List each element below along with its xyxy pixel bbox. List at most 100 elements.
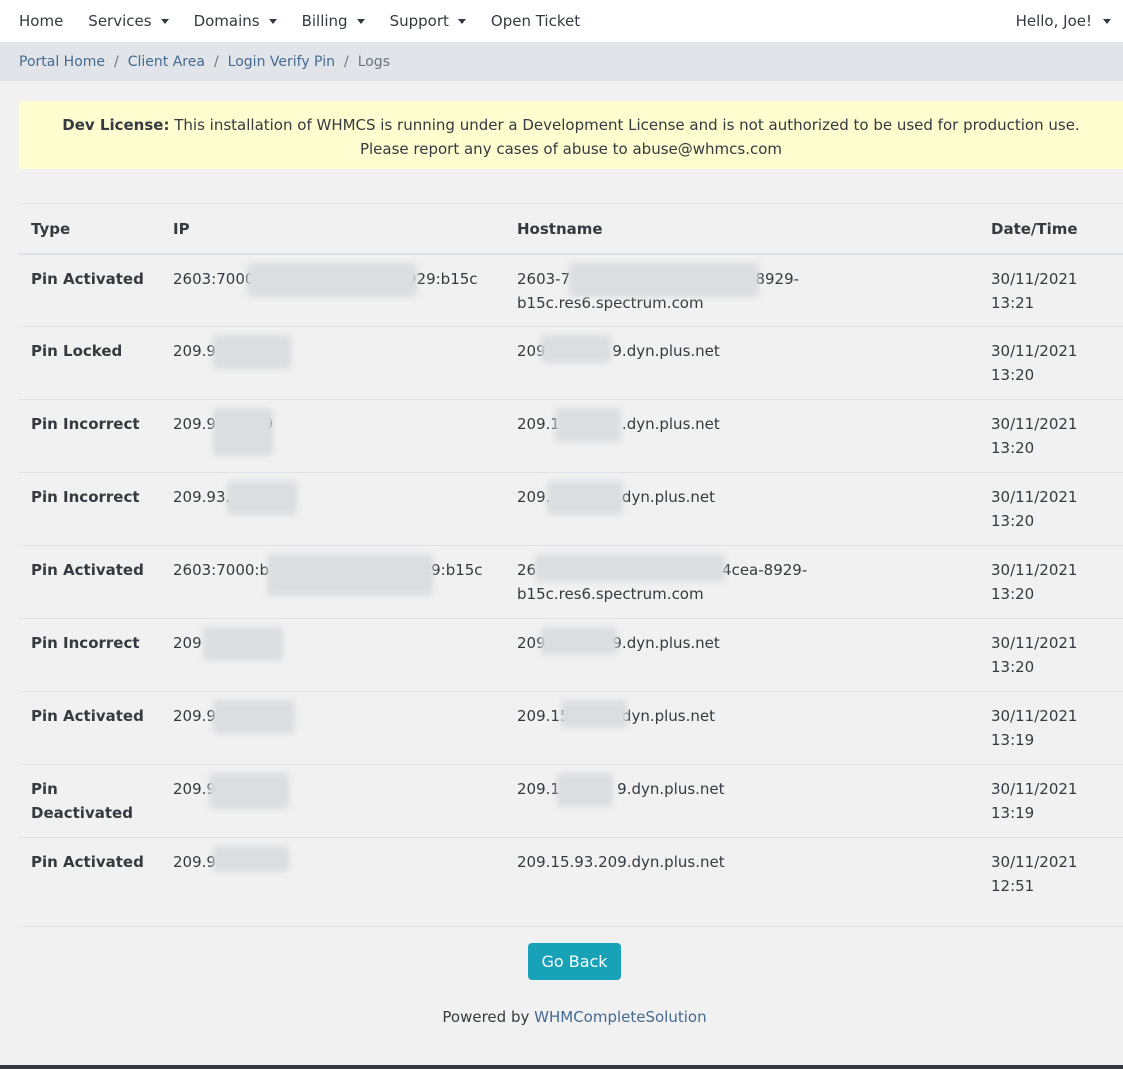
nav-services[interactable]: Services [88,12,169,30]
nav-open-ticket[interactable]: Open Ticket [491,12,580,30]
redaction-blur [569,262,759,297]
cell-date: 30/11/2021 [991,342,1078,360]
cell-datetime: 30/11/2021 13:20 [979,399,1123,473]
redaction-blur [213,335,291,369]
table-body: Pin Activated2603:7000 8929:b15c2603-7 4… [19,253,1123,927]
cell-type: Pin Activated [19,253,161,327]
table-row: Pin Incorrect 209.93. 209. .dyn.plus.net 30… [19,472,1123,546]
cell-date: 30/11/2021 [991,561,1078,579]
nav-domains[interactable]: Domains [194,12,277,30]
table-row: Pin Incorrect 209 209 9.dyn.plus.net 30/11/… [19,618,1123,692]
redaction-blur [535,554,725,582]
cell-ip: 209 [161,618,505,692]
breadcrumb-login-verify-pin[interactable]: Login Verify Pin [228,54,335,70]
user-greeting: Hello, Joe! [1015,12,1092,30]
cell-datetime: 30/11/2021 13:19 [979,764,1123,838]
caret-down-icon [356,19,365,24]
redaction-blur [555,408,621,442]
dev-license-banner: Dev License: This installation of WHMCS … [19,101,1123,169]
license-line-1: Dev License: This installation of WHMCS … [19,113,1123,137]
cell-date: 30/11/2021 [991,853,1078,871]
breadcrumb-portal-home[interactable]: Portal Home [19,54,105,70]
cell-time: 13:19 [991,804,1035,822]
go-back-button[interactable]: Go Back [528,943,621,980]
cell-datetime: 30/11/2021 13:21 [979,253,1123,327]
table-row: Pin Activated 209.9 209.15 dyn.plus.net 30/… [19,691,1123,765]
redaction-blur [557,773,613,807]
cell-date: 30/11/2021 [991,415,1078,433]
redaction-blur [213,700,295,734]
nav-home[interactable]: Home [19,12,63,30]
cell-type: Pin Incorrect [19,618,161,692]
breadcrumb-client-area[interactable]: Client Area [128,54,205,70]
cell-date: 30/11/2021 [991,488,1078,506]
actions: Go Back [0,943,1123,980]
nav-support-label: Support [389,12,449,30]
nav-domains-label: Domains [193,12,260,30]
header-type: Type [19,203,161,255]
cell-type: Pin Incorrect [19,399,161,473]
table-header-row: Type IP Hostname Date/Time [19,203,1123,255]
cell-datetime: 30/11/2021 13:20 [979,545,1123,619]
nav-billing[interactable]: Billing [302,12,365,30]
redaction-blur [541,627,617,655]
cell-time: 13:21 [991,293,1035,312]
bottom-bar [0,1065,1123,1069]
breadcrumb-separator: / [114,53,119,70]
cell-type: Pin Activated [19,545,161,619]
caret-down-icon [268,19,277,24]
cell-hostname: 209. .dyn.plus.net [505,472,979,546]
cell-time: 13:20 [991,585,1035,603]
table-row: Pin Deactivated 209.9 209.1 9.dyn.plus.net… [19,764,1123,838]
cell-date: 30/11/2021 [991,780,1078,798]
caret-down-icon [160,19,169,24]
cell-hostname: 209.15 dyn.plus.net [505,691,979,765]
table-row: Pin Activated2603:7000 8929:b15c2603-7 4… [19,253,1123,327]
cell-time: 13:19 [991,731,1035,749]
cell-datetime: 30/11/2021 13:20 [979,618,1123,692]
caret-down-icon [457,19,466,24]
cell-hostname: 209.15.93.209.dyn.plus.net [505,837,979,927]
footer-brand-link[interactable]: WHMCompleteSolution [534,1008,706,1026]
breadcrumb: Portal Home / Client Area / Login Verify… [0,42,1123,81]
cell-ip: 2603:7000:b7 29:b15c [161,545,505,619]
license-label: Dev License: [62,116,170,134]
cell-date: 30/11/2021 [991,634,1078,652]
redaction-blur [213,846,289,872]
nav-home-label: Home [19,12,64,30]
redaction-blur [547,481,623,515]
table-row: Pin Locked 209.9 209 9.dyn.plus.net 30/11/2… [19,326,1123,400]
cell-type: Pin Incorrect [19,472,161,546]
cell-ip: 2603:7000 8929:b15c [161,253,505,327]
cell-type: Pin Deactivated [19,764,161,838]
redaction-blur [209,773,289,809]
footer-prefix: Powered by [442,1008,530,1026]
cell-date: 30/11/2021 [991,269,1078,288]
cell-time: 13:20 [991,512,1035,530]
header-ip: IP [161,203,505,255]
cell-hostname: 209 9.dyn.plus.net [505,326,979,400]
cell-hostname: 209.1 9.dyn.plus.net [505,764,979,838]
table-row: Pin Activated 2603:7000:b7 29:b15c 26 4cea… [19,545,1123,619]
redaction-blur [203,627,283,661]
table-row: Pin Activated 209.9 209.15.93.209.dyn.plus… [19,837,1123,927]
redaction-blur [541,335,611,363]
caret-down-icon [1103,19,1111,24]
user-menu[interactable]: Hello, Joe! [1016,12,1111,30]
cell-date: 30/11/2021 [991,707,1078,725]
cell-datetime: 30/11/2021 12:51 [979,837,1123,927]
cell-datetime: 30/11/2021 13:20 [979,326,1123,400]
redaction-blur [267,554,433,596]
nav-support[interactable]: Support [390,12,466,30]
header-hostname: Hostname [505,203,979,255]
footer: Powered by WHMCompleteSolution [0,1008,1123,1026]
cell-ip: 209.9 [161,837,505,927]
header-datetime: Date/Time [979,203,1123,255]
cell-time: 12:51 [991,877,1035,895]
nav-services-label: Services [88,12,152,30]
cell-ip: 209.9 [161,326,505,400]
breadcrumb-separator: / [343,53,349,70]
cell-hostname: 2603-7 43-4cea-8929-b15c.res6.spectrum.c… [505,253,979,327]
top-navbar: Home Services Domains Billing Support Op… [0,0,1123,42]
cell-hostname: 209.1 .dyn.plus.net [505,399,979,473]
